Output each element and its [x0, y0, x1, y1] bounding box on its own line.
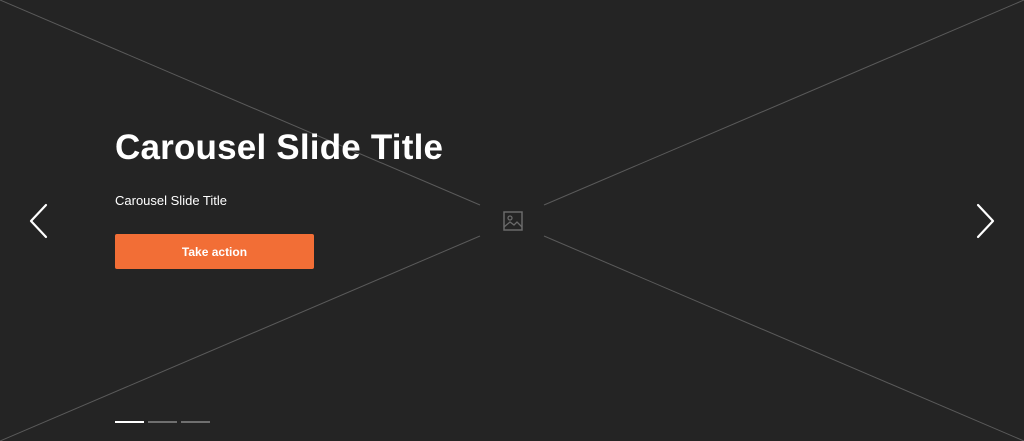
- slide-indicators: [115, 421, 210, 423]
- slide-indicator-1[interactable]: [115, 421, 144, 423]
- previous-slide-button[interactable]: [27, 201, 51, 241]
- chevron-left-icon: [29, 203, 48, 239]
- carousel: Carousel Slide Title Carousel Slide Titl…: [0, 0, 1024, 441]
- slide-title: Carousel Slide Title: [115, 128, 444, 167]
- slide-subtitle: Carousel Slide Title: [115, 193, 227, 208]
- image-icon: [503, 211, 523, 231]
- next-slide-button[interactable]: [973, 201, 997, 241]
- take-action-button[interactable]: Take action: [115, 234, 314, 269]
- slide-indicator-3[interactable]: [181, 421, 210, 423]
- chevron-right-icon: [976, 203, 995, 239]
- slide-indicator-2[interactable]: [148, 421, 177, 423]
